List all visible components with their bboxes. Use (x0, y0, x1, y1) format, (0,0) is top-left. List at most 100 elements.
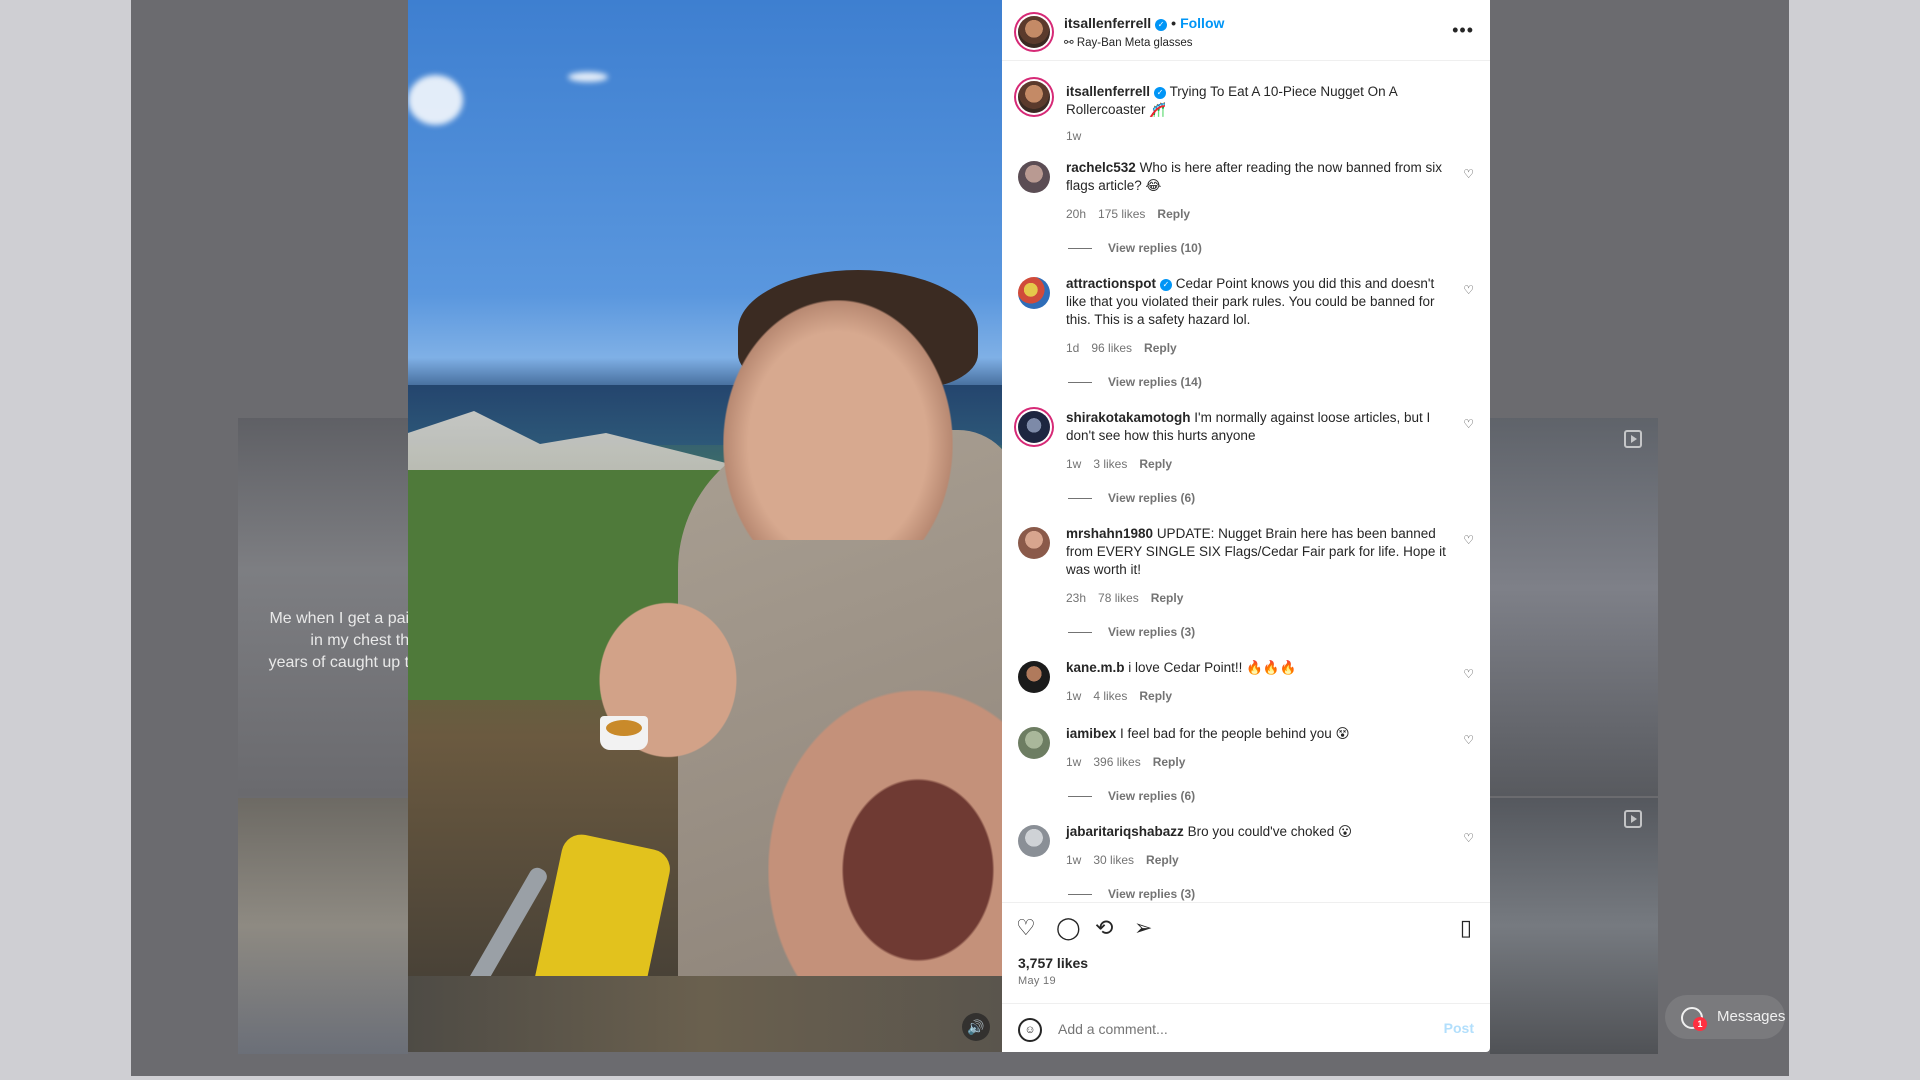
heart-icon[interactable]: ♡ (1463, 831, 1474, 845)
comment-time: 20h (1066, 207, 1087, 221)
avatar[interactable] (1018, 161, 1050, 193)
reply-button[interactable]: Reply (1151, 591, 1184, 605)
heart-icon[interactable]: ♡ (1016, 915, 1036, 941)
post-video[interactable] (408, 0, 1002, 1052)
post-button[interactable]: Post (1444, 1020, 1474, 1036)
glasses-icon: ⚯ (1064, 37, 1077, 49)
comment-meta: 1w 396 likes Reply (1066, 755, 1197, 769)
post-side-panel: itsallenferrell ✓ • Follow ⚯ Ray-Ban Meta g… (1002, 0, 1490, 1052)
avatar[interactable] (1018, 81, 1050, 113)
author-row: itsallenferrell ✓ • Follow (1064, 15, 1224, 31)
speaker-icon[interactable]: 🔊 (962, 1013, 990, 1041)
follow-button[interactable]: Follow (1180, 15, 1224, 31)
avatar[interactable] (1018, 527, 1050, 559)
reel-icon (1624, 810, 1642, 828)
post-header: itsallenferrell ✓ • Follow ⚯ Ray-Ban Meta g… (1002, 0, 1490, 61)
comments-list[interactable]: itsallenferrell ✓ Trying To Eat A 10-Piec… (1002, 61, 1490, 901)
view-replies-button[interactable]: View replies (6) (1068, 491, 1195, 505)
comment-time: 1w (1066, 853, 1082, 867)
messages-button[interactable]: 1 Messages (1665, 995, 1785, 1039)
comment-text: mrshahn1980 UPDATE: Nugget Brain here ha… (1066, 525, 1446, 579)
comment-time: 1d (1066, 341, 1080, 355)
messages-label: Messages (1717, 1008, 1786, 1025)
reply-button[interactable]: Reply (1157, 207, 1190, 221)
reply-button[interactable]: Reply (1153, 755, 1186, 769)
comment-meta: 1d 96 likes Reply (1066, 341, 1189, 355)
caption-meta: 1w (1066, 129, 1093, 143)
view-replies-button[interactable]: View replies (3) (1068, 625, 1195, 639)
separator-dot: • (1171, 15, 1177, 31)
caption-username[interactable]: itsallenferrell (1066, 84, 1150, 99)
comment-body: I feel bad for the people behind you 😵 (1120, 726, 1350, 741)
verified-badge-icon: ✓ (1155, 19, 1168, 31)
author-username[interactable]: itsallenferrell (1064, 15, 1151, 31)
comment-body: Bro you could've choked 😮 (1187, 824, 1353, 839)
comment-username[interactable]: iamibex (1066, 726, 1116, 741)
avatar[interactable] (1018, 277, 1050, 309)
avatar[interactable] (1018, 825, 1050, 857)
comment-likes[interactable]: 3 likes (1093, 457, 1127, 471)
heart-icon[interactable]: ♡ (1463, 417, 1474, 431)
comment-likes[interactable]: 4 likes (1093, 689, 1127, 703)
bookmark-icon[interactable]: ▯ (1460, 915, 1472, 941)
comment-username[interactable]: rachelc532 (1066, 160, 1136, 175)
comment-meta: 1w 4 likes Reply (1066, 689, 1184, 703)
emoji-icon[interactable]: ☺ (1018, 1018, 1042, 1042)
verified-badge-icon: ✓ (1154, 87, 1167, 99)
background-tile-right-bottom[interactable] (1490, 798, 1658, 1054)
post-actions: ♡ ◯ ⟲ ➢ ▯ 3,757 likes May 19 ☺ Post (1002, 902, 1490, 1053)
comment-username[interactable]: shirakotakamotogh (1066, 410, 1191, 425)
heart-icon[interactable]: ♡ (1463, 533, 1474, 547)
comment-text: kane.m.b i love Cedar Point!! 🔥🔥🔥 (1066, 659, 1446, 677)
heart-icon[interactable]: ♡ (1463, 283, 1474, 297)
comment-likes[interactable]: 30 likes (1093, 853, 1134, 867)
comment-likes[interactable]: 175 likes (1098, 207, 1145, 221)
comment-composer: ☺ Post (1002, 1003, 1490, 1054)
more-options-icon[interactable]: ••• (1452, 20, 1474, 41)
heart-icon[interactable]: ♡ (1463, 167, 1474, 181)
heart-icon[interactable]: ♡ (1463, 667, 1474, 681)
post-subtitle[interactable]: ⚯ Ray-Ban Meta glasses (1064, 35, 1193, 49)
comment-time: 1w (1066, 689, 1082, 703)
author-avatar[interactable] (1018, 16, 1050, 48)
caption-time: 1w (1066, 129, 1082, 143)
comment-likes[interactable]: 96 likes (1091, 341, 1132, 355)
reel-icon (1624, 430, 1642, 448)
comment-username[interactable]: jabaritariqshabazz (1066, 824, 1184, 839)
comment-meta: 23h 78 likes Reply (1066, 591, 1195, 605)
share-icon[interactable]: ➢ (1134, 915, 1152, 941)
reply-button[interactable]: Reply (1139, 689, 1172, 703)
comment-text: rachelc532 Who is here after reading the… (1066, 159, 1446, 195)
heart-icon[interactable]: ♡ (1463, 733, 1474, 747)
comment-input[interactable] (1056, 1016, 1420, 1042)
background-tile-left-top[interactable]: Me when I get a pain in my chest the yea… (238, 418, 408, 796)
comment-icon[interactable]: ◯ (1056, 915, 1081, 941)
post-date: May 19 (1018, 975, 1056, 987)
comment-username[interactable]: attractionspot (1066, 276, 1156, 291)
post-subtitle-text: Ray-Ban Meta glasses (1076, 37, 1193, 49)
comment-meta: 1w 3 likes Reply (1066, 457, 1184, 471)
reply-button[interactable]: Reply (1139, 457, 1172, 471)
likes-count[interactable]: 3,757 likes (1018, 955, 1088, 971)
background-tile-left-bottom[interactable] (238, 798, 408, 1054)
background-tile-right-top[interactable] (1490, 418, 1658, 796)
view-replies-button[interactable]: View replies (3) (1068, 887, 1195, 901)
repost-icon[interactable]: ⟲ (1095, 915, 1113, 941)
comment-time: 1w (1066, 755, 1082, 769)
comment-username[interactable]: mrshahn1980 (1066, 526, 1153, 541)
reply-button[interactable]: Reply (1146, 853, 1179, 867)
comment-username[interactable]: kane.m.b (1066, 660, 1125, 675)
avatar[interactable] (1018, 411, 1050, 443)
comment-meta: 20h 175 likes Reply (1066, 207, 1202, 221)
unread-badge: 1 (1693, 1017, 1707, 1031)
avatar[interactable] (1018, 727, 1050, 759)
view-replies-button[interactable]: View replies (6) (1068, 789, 1195, 803)
caption-text: itsallenferrell ✓ Trying To Eat A 10-Piec… (1066, 83, 1446, 119)
verified-badge-icon: ✓ (1160, 279, 1173, 291)
reply-button[interactable]: Reply (1144, 341, 1177, 355)
comment-likes[interactable]: 396 likes (1093, 755, 1140, 769)
avatar[interactable] (1018, 661, 1050, 693)
view-replies-button[interactable]: View replies (14) (1068, 375, 1202, 389)
view-replies-button[interactable]: View replies (10) (1068, 241, 1202, 255)
comment-likes[interactable]: 78 likes (1098, 591, 1139, 605)
